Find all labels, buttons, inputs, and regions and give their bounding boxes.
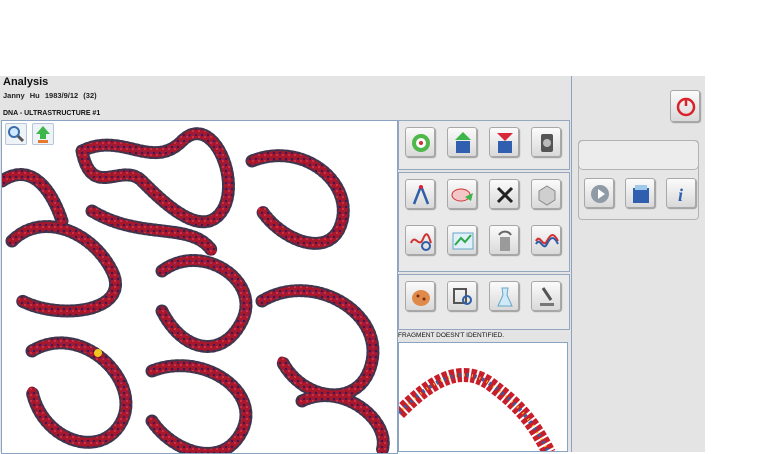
patient-name: Janny Hu	[3, 91, 40, 100]
zoom-tool[interactable]	[5, 123, 27, 145]
magnify-button[interactable]	[447, 281, 477, 311]
waveform-icon	[535, 234, 559, 248]
page-title: Analysis	[3, 76, 49, 88]
upload-icon	[455, 132, 471, 153]
delete-icon	[496, 186, 514, 204]
spectrum-button[interactable]	[447, 179, 477, 209]
compass-button[interactable]	[405, 179, 435, 209]
tool-group-2	[398, 172, 570, 272]
gear-icon	[541, 134, 553, 152]
power-icon	[676, 97, 696, 117]
subject-title: DNA - ULTRASTRUCTURE #1	[3, 110, 101, 117]
analysis-icon	[410, 233, 432, 251]
export-tool[interactable]	[32, 123, 54, 145]
patient-info: 1983/9/12 (32)	[44, 91, 97, 100]
waveform-button[interactable]	[531, 225, 561, 255]
magnify-icon	[453, 288, 472, 305]
recycle-icon	[498, 230, 512, 251]
target-button[interactable]	[405, 127, 435, 157]
info-field	[578, 140, 699, 170]
spectrum-icon	[451, 188, 473, 202]
flask-icon	[497, 287, 513, 307]
fragment-preview	[398, 342, 568, 452]
flask-button[interactable]	[489, 281, 519, 311]
tool-group-1	[398, 120, 570, 170]
hexagon-icon	[538, 185, 556, 206]
structure-viewer[interactable]	[1, 120, 398, 454]
info-icon: i	[678, 185, 683, 205]
dna-ultrastructure-image	[2, 127, 390, 453]
microscope-icon	[540, 287, 554, 306]
analysis-button[interactable]	[405, 225, 435, 255]
download-button[interactable]	[489, 127, 519, 157]
organ-icon	[412, 290, 430, 306]
export-icon	[36, 126, 50, 143]
target-icon	[412, 134, 430, 152]
recycle-button[interactable]	[489, 225, 519, 255]
chart-button[interactable]	[447, 225, 477, 255]
power-button[interactable]	[670, 90, 700, 122]
compass-icon	[412, 185, 430, 205]
microscope-button[interactable]	[531, 281, 561, 311]
status-message: FRAGMENT DOESN'T IDENTIFIED.	[398, 332, 505, 339]
zoom-icon	[8, 126, 25, 143]
hexagon-button[interactable]	[531, 179, 561, 209]
database-button[interactable]	[625, 178, 655, 208]
marker-dot	[94, 349, 102, 357]
delete-button[interactable]	[489, 179, 519, 209]
upload-button[interactable]	[447, 127, 477, 157]
database-icon	[633, 185, 649, 203]
patient-line: Janny Hu 1983/9/12 (32)	[3, 91, 97, 100]
chart-icon	[452, 232, 474, 250]
play-icon	[591, 185, 609, 203]
organ-button[interactable]	[405, 281, 435, 311]
panel-divider	[571, 76, 572, 452]
settings-button[interactable]	[531, 127, 561, 157]
download-icon	[497, 133, 513, 153]
info-button[interactable]: i	[666, 178, 696, 208]
play-button[interactable]	[584, 178, 614, 208]
svg-text:i: i	[678, 185, 683, 205]
dna-helix-image	[399, 367, 556, 451]
tool-group-3	[398, 274, 570, 330]
